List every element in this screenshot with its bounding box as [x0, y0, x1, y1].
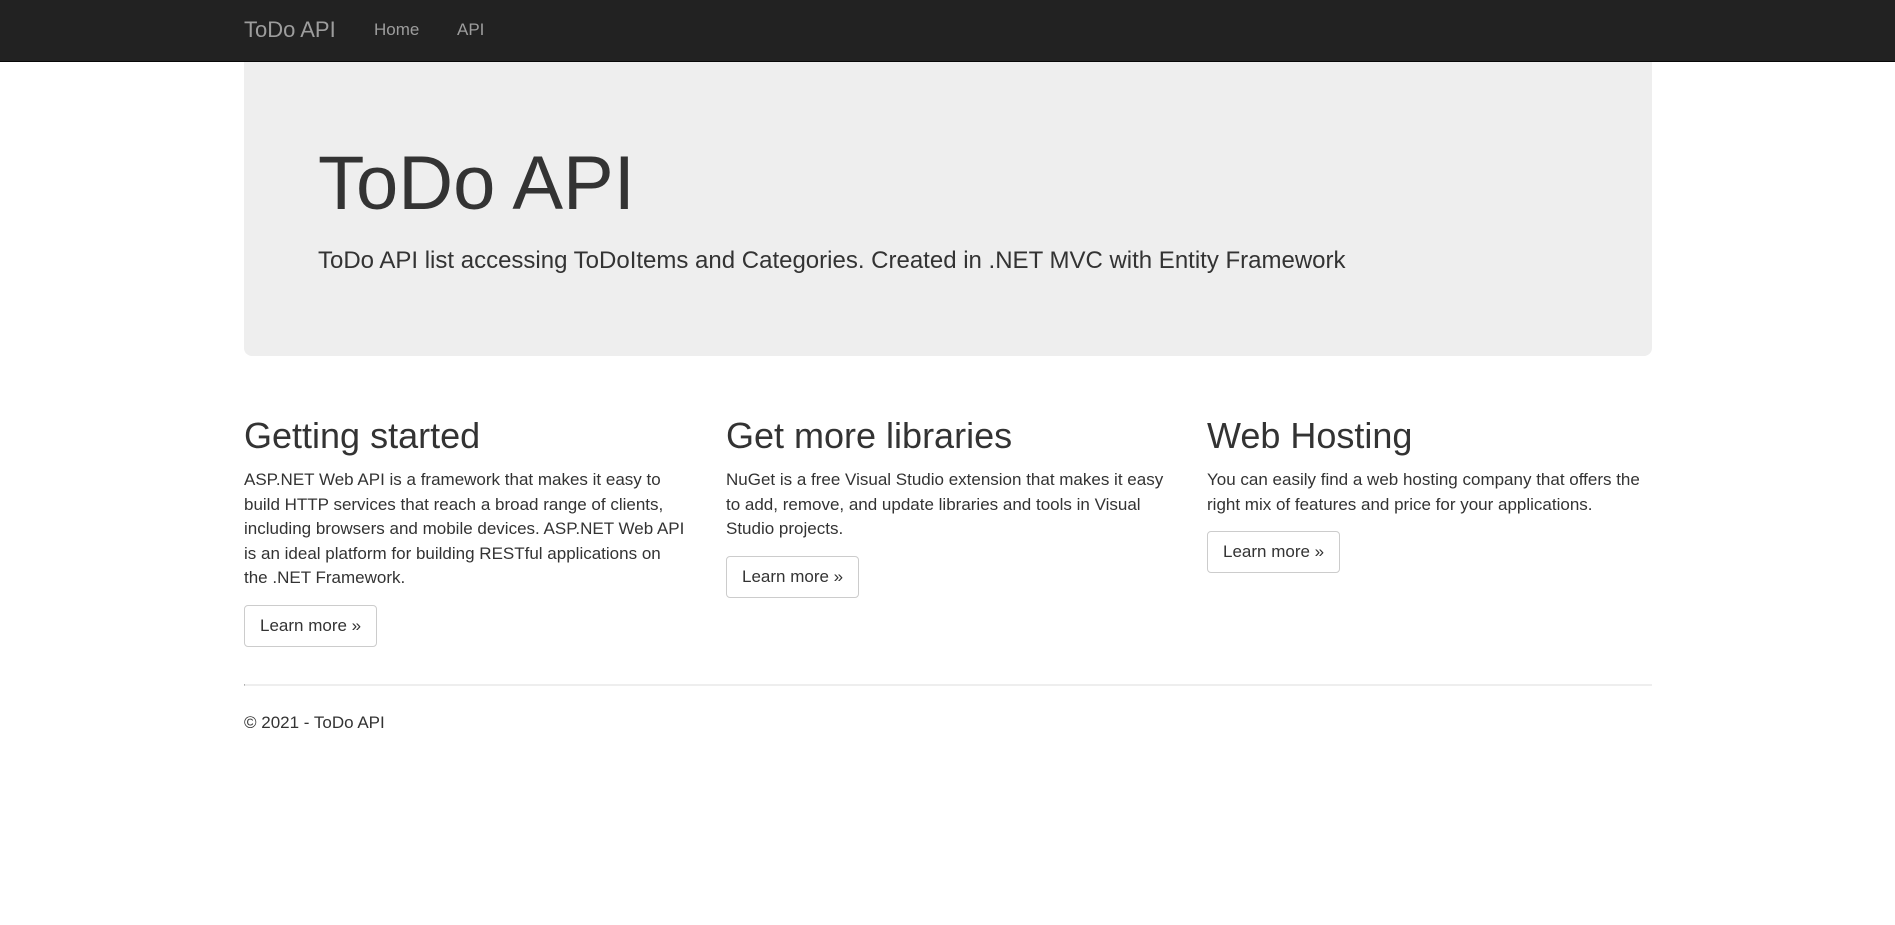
nav-link-api[interactable]: API — [457, 20, 484, 40]
learn-more-button-web-hosting[interactable]: Learn more » — [1207, 531, 1341, 573]
page-title: ToDo API — [318, 141, 635, 226]
column-web-hosting: Web Hosting You can easily find a web ho… — [1207, 410, 1652, 573]
page-lead: ToDo API list accessing ToDoItems and Ca… — [318, 247, 1346, 274]
navbar-brand-link[interactable]: ToDo API — [244, 17, 336, 43]
jumbotron: ToDo API ToDo API list accessing ToDoIte… — [244, 62, 1652, 356]
column-text: ASP.NET Web API is a framework that make… — [244, 470, 685, 587]
column-heading: Web Hosting — [1207, 415, 1413, 456]
column-get-more-libraries: Get more libraries NuGet is a free Visua… — [726, 410, 1171, 598]
learn-more-button-getting-started[interactable]: Learn more » — [244, 604, 378, 647]
nav-link-home[interactable]: Home — [374, 20, 419, 40]
column-getting-started: Getting started ASP.NET Web API is a fra… — [244, 410, 689, 647]
footer-divider — [244, 684, 1652, 686]
column-text: You can easily find a web hosting compan… — [1207, 470, 1640, 514]
top-navbar: ToDo API Home API — [0, 0, 1895, 62]
column-heading: Get more libraries — [726, 415, 1013, 456]
column-heading: Getting started — [244, 415, 481, 456]
learn-more-button-libraries[interactable]: Learn more » — [726, 555, 860, 598]
column-text: NuGet is a free Visual Studio extension … — [726, 470, 1164, 538]
footer-copyright: © 2021 - ToDo API — [244, 713, 385, 732]
